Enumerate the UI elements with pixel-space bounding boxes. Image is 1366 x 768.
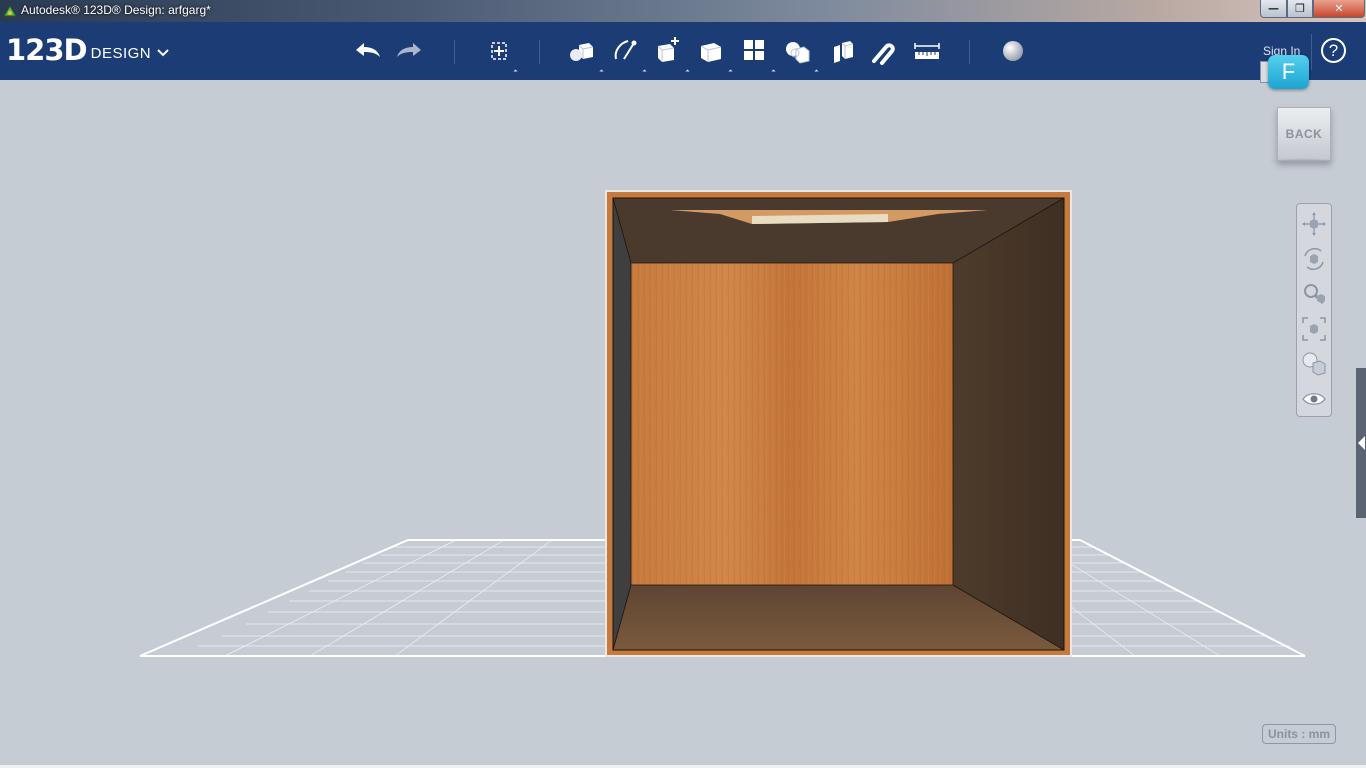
grouping-button[interactable] (781, 36, 813, 66)
wooden-box-model[interactable] (605, 190, 1072, 657)
transform-icon (491, 42, 507, 60)
dropdown-caret (685, 69, 690, 74)
measure-button[interactable] (911, 36, 943, 66)
zoom-button[interactable] (1300, 280, 1328, 308)
primitives-icon (570, 43, 594, 61)
units-button[interactable]: Units : mm (1262, 724, 1336, 744)
toolbar-divider (454, 40, 455, 64)
dropdown-caret (513, 69, 518, 74)
material-icon (1003, 41, 1023, 61)
combine-icon (834, 41, 854, 63)
pattern-button[interactable] (738, 36, 770, 66)
view-cube[interactable]: BACK (1277, 107, 1331, 161)
grouping-icon (786, 42, 810, 64)
view-mode-button[interactable] (1300, 350, 1328, 378)
dropdown-caret (599, 69, 604, 74)
window-title: Autodesk® 123D® Design: arfgarg* (21, 3, 211, 17)
scene (139, 190, 1306, 657)
pan-icon (1302, 212, 1326, 236)
visibility-button[interactable] (1300, 385, 1328, 413)
orbit-icon (1304, 247, 1324, 271)
modify-button[interactable] (695, 36, 727, 66)
minimize-button[interactable]: — (1260, 0, 1287, 18)
toolbar-divider (969, 40, 970, 64)
sketch-button[interactable] (609, 36, 641, 66)
construct-icon (657, 37, 679, 62)
visibility-icon (1302, 393, 1326, 405)
navigation-bar (1296, 203, 1332, 417)
dropdown-caret (814, 69, 819, 74)
construct-button[interactable] (652, 36, 684, 66)
orbit-button[interactable] (1300, 245, 1328, 273)
user-avatar[interactable]: F (1268, 55, 1309, 89)
material-button[interactable] (997, 36, 1029, 66)
snap-button[interactable] (867, 36, 899, 66)
dropdown-caret (642, 69, 647, 74)
toolbar-divider (539, 40, 540, 64)
redo-icon (397, 43, 421, 57)
primitives-button[interactable] (566, 36, 598, 66)
redo-button[interactable] (394, 36, 426, 66)
snap-icon (872, 43, 895, 65)
chevron-down-icon (157, 49, 169, 57)
chevron-left-icon (1358, 436, 1365, 450)
sketch-icon (614, 40, 637, 60)
undo-icon (356, 43, 380, 57)
dropdown-caret (728, 69, 733, 74)
zoom-icon (1304, 284, 1325, 305)
view-mode-icon (1302, 352, 1326, 376)
pattern-icon (744, 40, 764, 60)
transform-button[interactable] (483, 36, 515, 66)
maximize-button[interactable]: ❐ (1287, 0, 1313, 18)
main-toolbar: 123D DESIGN Sign In ? (0, 22, 1366, 80)
help-button[interactable]: ? (1321, 38, 1346, 63)
measure-icon (914, 43, 940, 59)
fit-icon (1302, 317, 1326, 341)
logo-number: 123D (6, 33, 88, 67)
3d-viewport[interactable] (0, 80, 1366, 768)
view-cube-face-label: BACK (1285, 127, 1323, 141)
modify-icon (700, 43, 722, 62)
combine-button[interactable] (825, 36, 857, 66)
window-titlebar: Autodesk® 123D® Design: arfgarg* — ❐ ✕ (0, 0, 1366, 22)
toolbar-divider (1311, 34, 1312, 70)
pan-button[interactable] (1300, 210, 1328, 238)
close-button[interactable]: ✕ (1313, 0, 1365, 18)
logo-word: DESIGN (90, 45, 152, 62)
app-menu-button[interactable]: 123D DESIGN (6, 35, 169, 65)
view-cube-shadow (1268, 158, 1338, 164)
app-icon (3, 5, 17, 17)
dropdown-caret (771, 69, 776, 74)
fit-button[interactable] (1300, 315, 1328, 343)
undo-button[interactable] (351, 36, 383, 66)
